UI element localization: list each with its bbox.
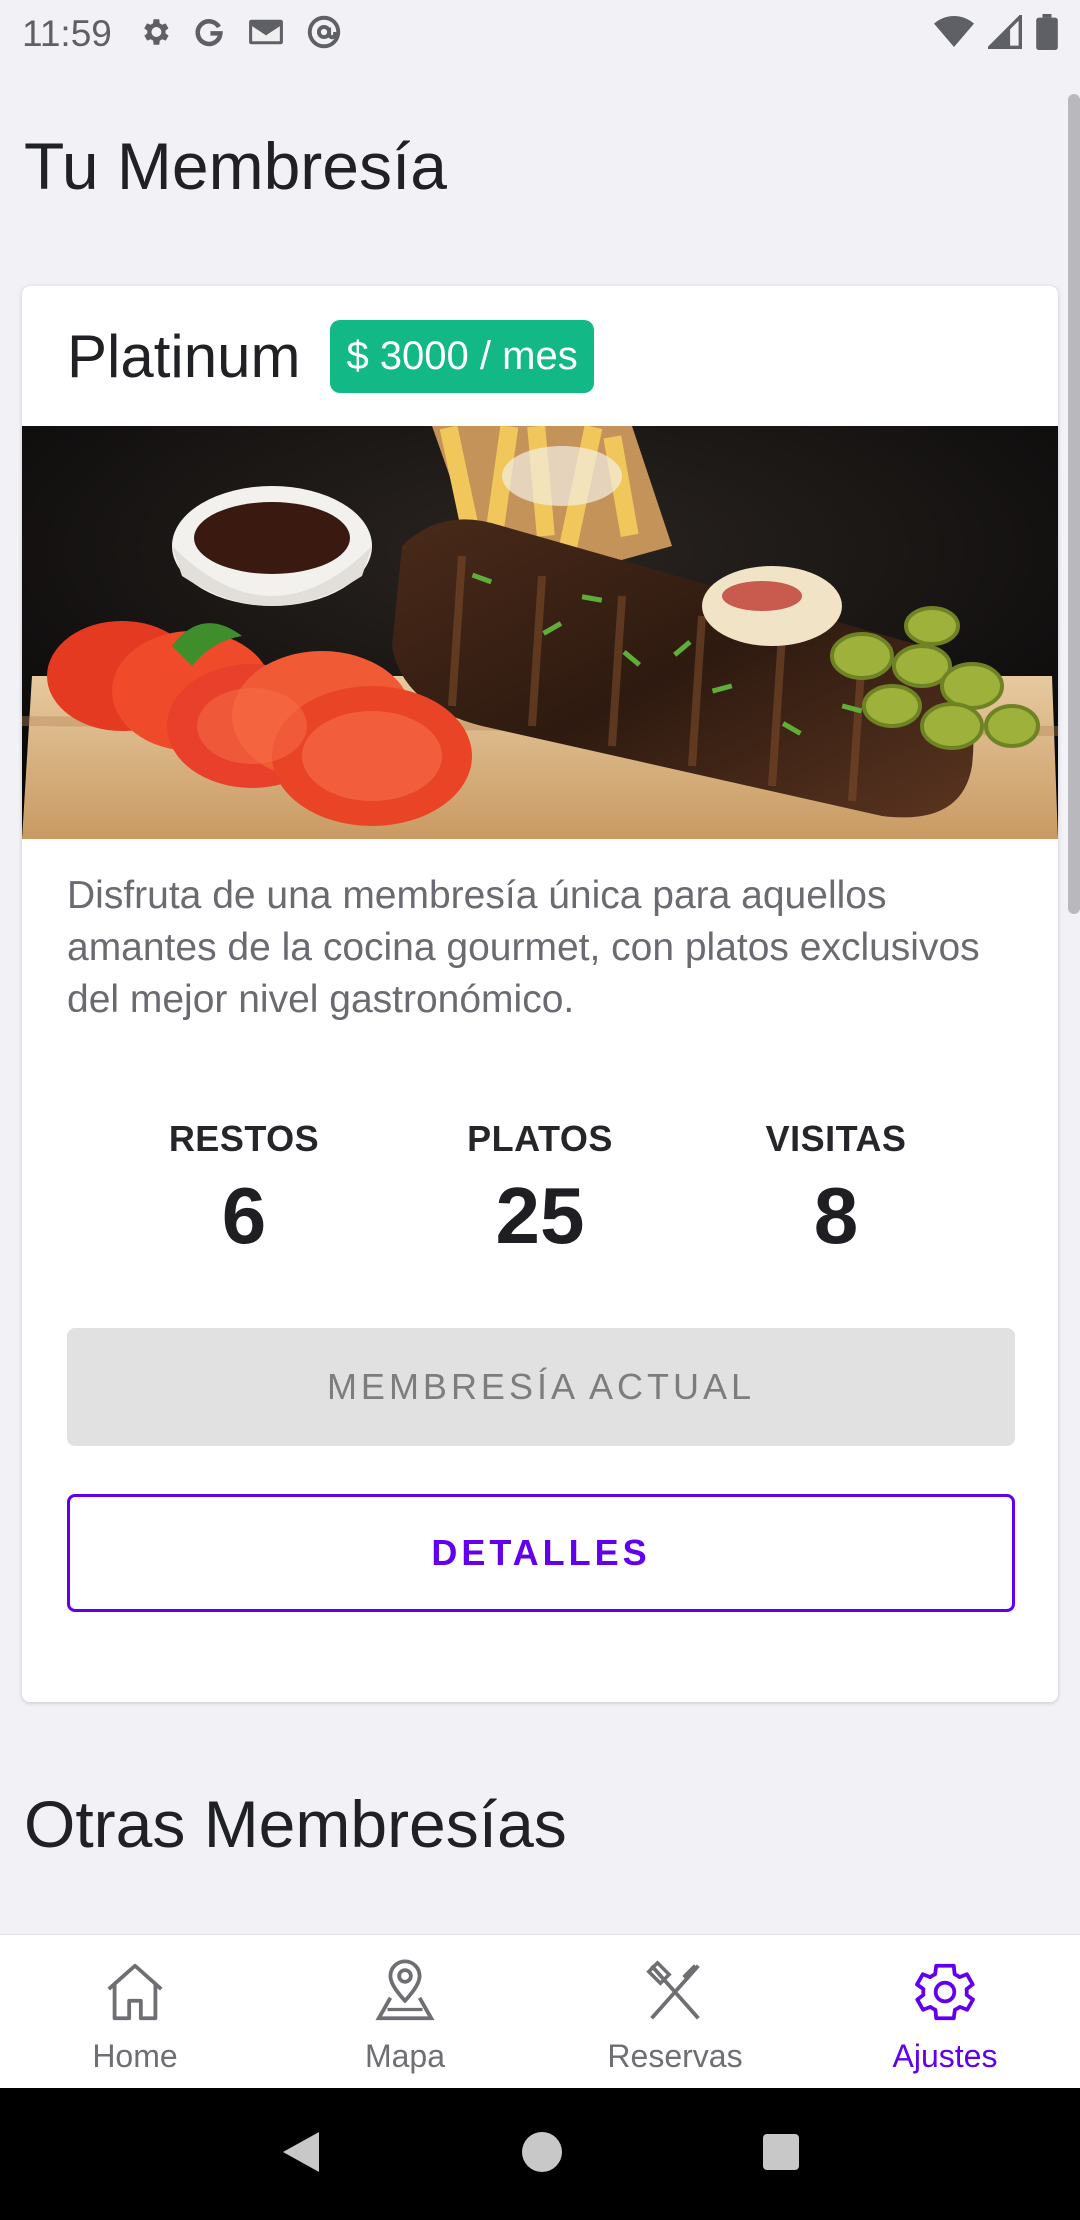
stat-value: 6: [221, 1171, 267, 1260]
nav-item-home[interactable]: Home: [0, 1935, 270, 2089]
gear-icon: [138, 15, 172, 54]
stat-restos: RESTOS 6: [94, 1118, 394, 1262]
bottom-navigation: Home Mapa Reservas Ajustes: [0, 1934, 1080, 2089]
system-navigation-bar: [0, 2088, 1080, 2220]
nav-item-mapa[interactable]: Mapa: [270, 1935, 540, 2089]
home-icon: [100, 1957, 170, 2032]
nav-label: Reservas: [607, 2038, 743, 2074]
at-sign-icon: [306, 14, 342, 55]
stat-label: RESTOS: [168, 1118, 320, 1159]
nav-item-ajustes[interactable]: Ajustes: [810, 1935, 1080, 2089]
gmail-icon: [246, 15, 286, 54]
scrollbar[interactable]: [1068, 94, 1080, 914]
home-circle-icon[interactable]: [520, 2130, 564, 2179]
status-time: 11:59: [22, 13, 112, 54]
wifi-icon: [934, 15, 974, 54]
back-icon[interactable]: [279, 2128, 323, 2181]
nav-label: Mapa: [364, 2038, 446, 2074]
details-button[interactable]: DETALLES: [67, 1494, 1015, 1612]
card-header: Platinum $ 3000 / mes: [22, 286, 1058, 426]
membership-description: Disfruta de una membresía única para aqu…: [67, 874, 980, 1021]
nav-label: Ajustes: [892, 2038, 998, 2074]
ribs-platter-photo: [22, 426, 1058, 839]
recents-square-icon[interactable]: [761, 2132, 801, 2177]
stat-label: PLATOS: [467, 1118, 613, 1159]
stat-value: 8: [813, 1171, 859, 1260]
fork-knife-icon: [640, 1957, 710, 2032]
stat-platos: PLATOS 25: [390, 1118, 690, 1262]
status-bar: 11:59: [0, 0, 1080, 68]
section-title: Otras Membresías: [24, 1787, 567, 1861]
gear-icon: [910, 1957, 980, 2032]
membership-card: Platinum $ 3000 / mes Disfruta de una me…: [22, 286, 1058, 1702]
map-pin-icon: [370, 1957, 440, 2032]
stat-label: VISITAS: [765, 1118, 907, 1159]
page-title: Tu Membresía: [24, 129, 448, 203]
current-membership-button[interactable]: MEMBRESÍA ACTUAL: [67, 1328, 1015, 1446]
price-badge: $ 3000 / mes: [330, 319, 594, 393]
stat-visitas: VISITAS 8: [686, 1118, 986, 1262]
battery-icon: [1036, 13, 1058, 55]
stat-value: 25: [495, 1171, 585, 1260]
nav-item-reservas[interactable]: Reservas: [540, 1935, 810, 2089]
nav-label: Home: [92, 2038, 178, 2074]
google-icon: [192, 15, 226, 54]
plan-name: Platinum: [67, 322, 301, 390]
signal-icon: [985, 12, 1022, 54]
